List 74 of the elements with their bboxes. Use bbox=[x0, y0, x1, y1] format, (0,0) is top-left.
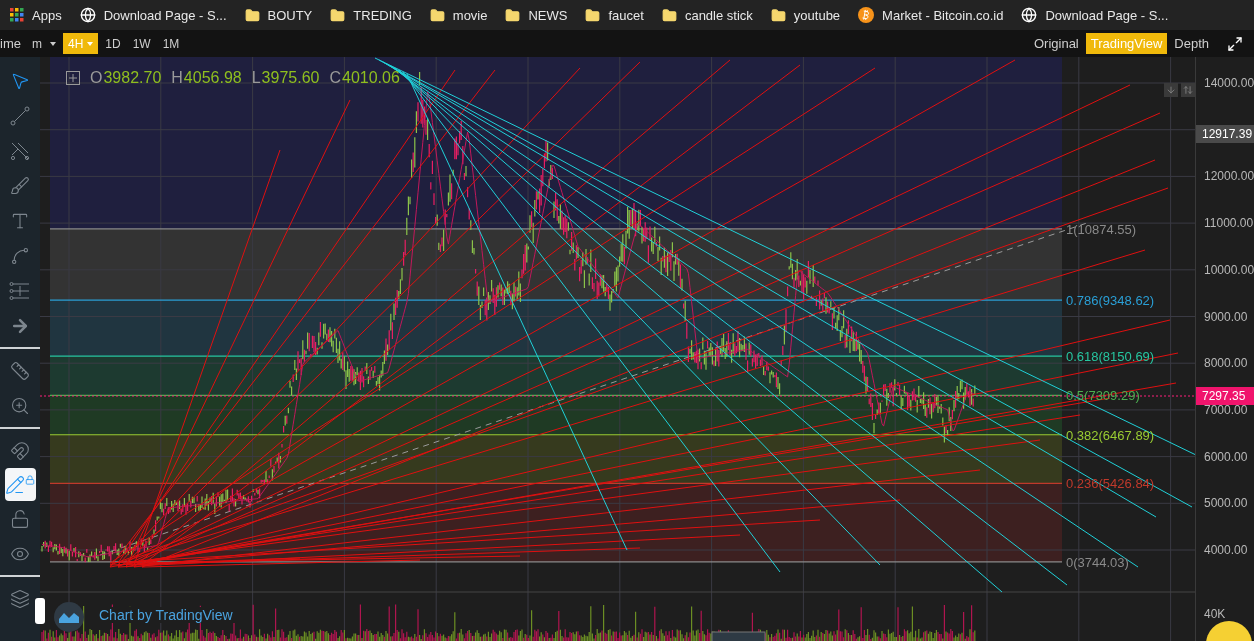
unlock-icon bbox=[10, 508, 30, 529]
pattern-icon bbox=[10, 245, 30, 266]
bookmark-link[interactable]: Download Page - S... bbox=[1015, 7, 1181, 23]
folder-icon bbox=[429, 7, 445, 23]
price-axis-label: 5000.00 bbox=[1204, 496, 1248, 511]
price-axis-label: 6000.00 bbox=[1204, 449, 1248, 464]
folder-icon bbox=[661, 7, 677, 23]
bookmark-link[interactable]: NEWS bbox=[499, 7, 580, 23]
view-tab[interactable]: Depth bbox=[1169, 33, 1214, 54]
interval-tab[interactable]: 1M bbox=[157, 33, 185, 54]
expand-icon bbox=[66, 71, 80, 85]
ohlc-value: 4056.98 bbox=[183, 69, 242, 87]
price-axis-label: 11000.00 bbox=[1204, 216, 1254, 231]
price-axis-label: 4000.00 bbox=[1204, 543, 1248, 557]
fib-level-label: 0.786(9348.62) bbox=[1066, 292, 1155, 308]
ohlc-key: L bbox=[251, 69, 261, 87]
layers-icon bbox=[10, 588, 30, 609]
folder-icon bbox=[585, 7, 601, 23]
ohlc-value: 3975.60 bbox=[261, 69, 320, 87]
ohlc-key: C bbox=[329, 69, 341, 87]
ohlc-key: O bbox=[90, 69, 103, 87]
bookmark-link[interactable]: youtube bbox=[764, 7, 853, 23]
unit-dropdown[interactable]: m bbox=[26, 33, 61, 54]
collapse-handle[interactable] bbox=[35, 598, 45, 624]
brush-icon bbox=[10, 175, 30, 196]
caret-icon bbox=[49, 41, 56, 46]
bookmark-link[interactable]: TREDING bbox=[324, 7, 424, 23]
price-marker-tag: 12917.39 bbox=[1196, 124, 1254, 143]
interval-tab[interactable]: 1W bbox=[127, 33, 156, 54]
price-axis-label: 8000.00 bbox=[1204, 356, 1248, 371]
scale-down-button[interactable] bbox=[1164, 83, 1178, 97]
fib-level-label: 0.382(6467.89) bbox=[1066, 427, 1155, 443]
folder-icon bbox=[770, 7, 786, 23]
bitcoin-icon bbox=[858, 7, 875, 23]
pencil-lock-icon bbox=[5, 474, 35, 495]
line-tool-icon bbox=[10, 105, 30, 126]
bookmark-link[interactable]: BOUTY bbox=[238, 7, 325, 23]
zoom-in-icon bbox=[10, 395, 30, 416]
price-axis-label: 12000.00 bbox=[1204, 169, 1254, 184]
globe-icon bbox=[1021, 7, 1038, 23]
bookmark-link[interactable]: Apps bbox=[4, 7, 74, 23]
bookmark-link[interactable]: faucet bbox=[579, 7, 656, 23]
globe-icon bbox=[79, 7, 96, 23]
chart-credit-link[interactable]: Chart by TradingView bbox=[97, 607, 235, 623]
apps-grid-icon bbox=[10, 8, 24, 22]
bookmark-link[interactable]: Market - Bitcoin.co.id bbox=[852, 7, 1016, 23]
bookmark-link[interactable]: Download Page - S... bbox=[73, 7, 239, 23]
ruler-icon bbox=[10, 360, 30, 381]
price-axis-label: 14000.00 bbox=[1204, 76, 1254, 90]
bookmark-link[interactable]: candle stick bbox=[655, 7, 765, 23]
ohlc-key: H bbox=[171, 69, 183, 87]
ohlc-value: 3982.70 bbox=[103, 69, 162, 87]
folder-icon bbox=[505, 7, 521, 23]
time-label: ime bbox=[0, 36, 22, 51]
volume-axis-label: 40K bbox=[1204, 607, 1226, 621]
interval-tab[interactable]: 1D bbox=[100, 33, 126, 54]
price-axis-label: 9000.00 bbox=[1204, 309, 1248, 324]
fib-level-label: 0.618(8150.69) bbox=[1066, 348, 1155, 364]
scale-fit-button[interactable] bbox=[1181, 83, 1195, 97]
magnet-icon bbox=[10, 440, 30, 461]
last-price-tag: 7297.35 bbox=[1196, 387, 1254, 405]
folder-icon bbox=[330, 7, 346, 23]
fib-level-label: 0(3744.03) bbox=[1066, 554, 1129, 570]
fib-level-label: 1(10874.55) bbox=[1066, 221, 1137, 237]
lock-draw-tool-button[interactable] bbox=[4, 468, 36, 501]
fib-levels-icon bbox=[9, 280, 31, 301]
fullscreen-icon bbox=[1227, 35, 1243, 52]
view-tab[interactable]: Original bbox=[1028, 33, 1084, 54]
bookmark-link[interactable]: movie bbox=[423, 7, 500, 23]
folder-icon bbox=[244, 7, 260, 23]
price-axis-label: 10000.00 bbox=[1204, 262, 1254, 277]
ohlc-value: 4010.06 bbox=[342, 69, 400, 87]
price-axis-label: 7000.00 bbox=[1204, 402, 1248, 417]
pitchfork-icon bbox=[10, 140, 30, 161]
